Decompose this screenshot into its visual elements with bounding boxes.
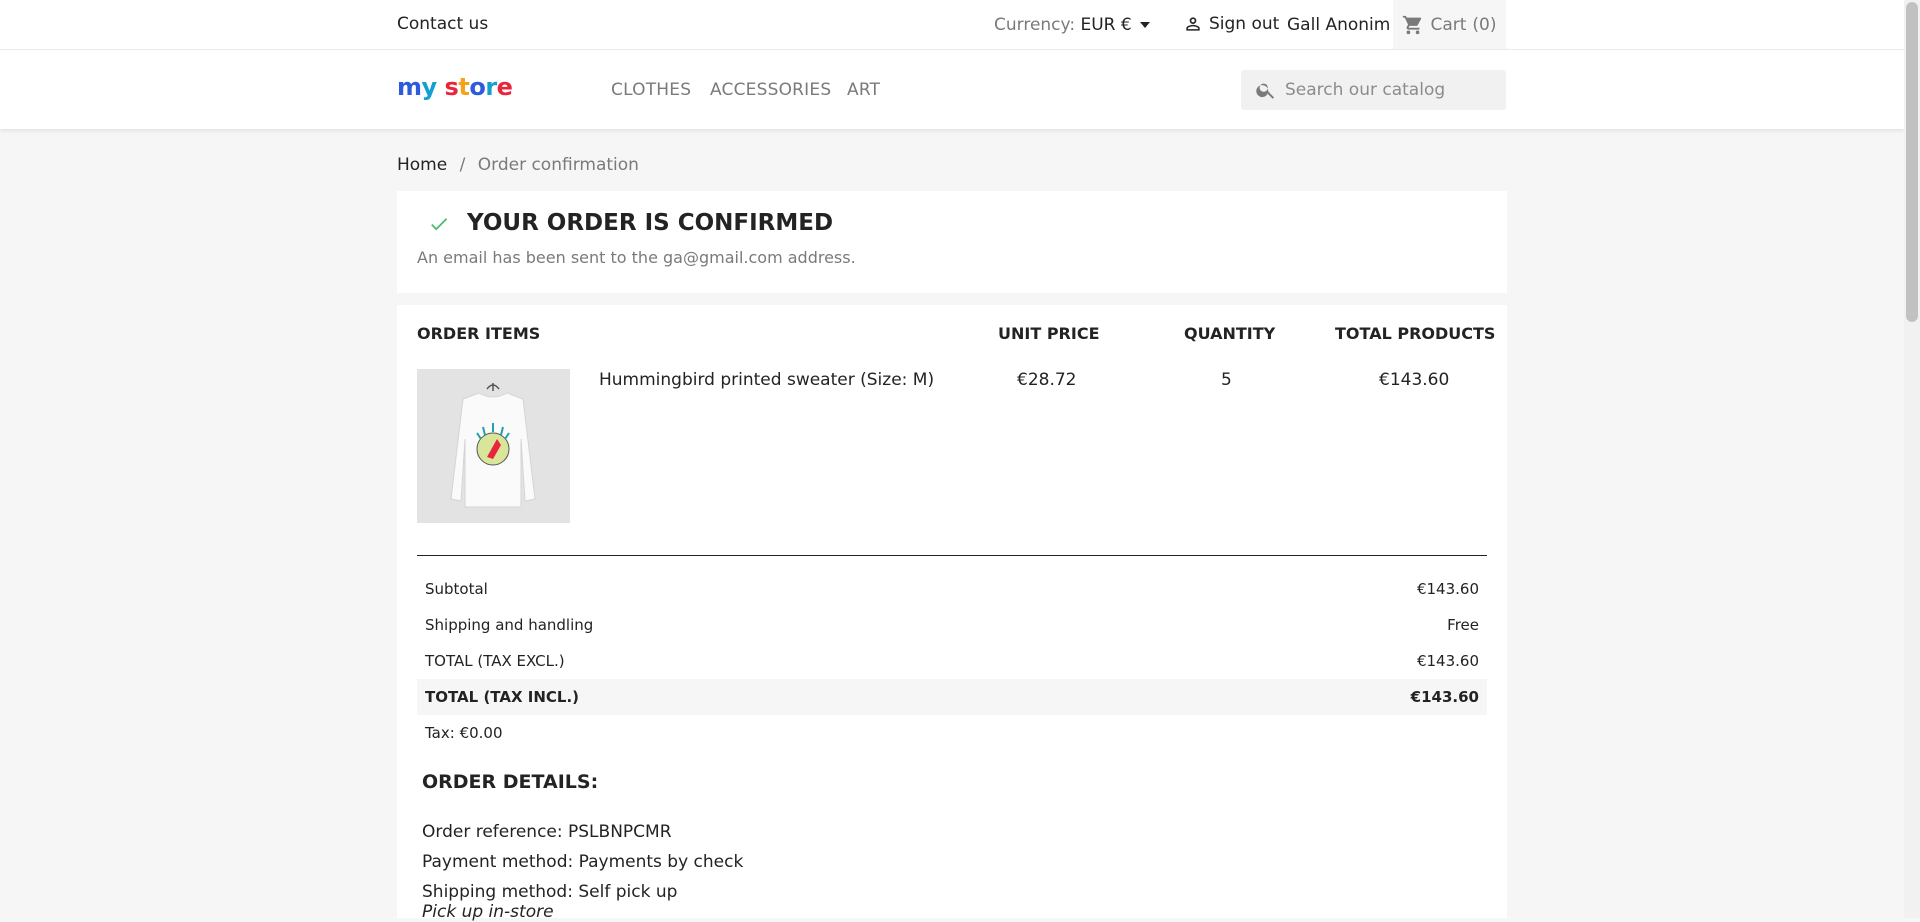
cart-label: Cart — [1430, 14, 1467, 35]
nav-art[interactable]: ART — [847, 80, 880, 100]
product-image[interactable] — [417, 369, 570, 523]
sign-out-link[interactable]: Sign out — [1183, 14, 1279, 34]
totals-row-tax-incl: TOTAL (TAX INCL.) €143.60 — [417, 679, 1487, 715]
breadcrumb: Home / Order confirmation — [397, 155, 639, 175]
order-reference: Order reference: PSLBNPCMR — [422, 822, 672, 842]
totals-label: TOTAL (TAX EXCL.) — [425, 652, 565, 670]
nav-accessories[interactable]: ACCESSORIES — [710, 80, 831, 100]
search-box — [1241, 70, 1506, 110]
search-input[interactable] — [1283, 79, 1487, 101]
top-nav-bar — [0, 0, 1904, 50]
shipping-note: Pick up in-store — [422, 902, 554, 922]
user-icon — [1186, 17, 1200, 31]
items-divider — [417, 555, 1487, 556]
contact-us-link[interactable]: Contact us — [397, 14, 488, 34]
sign-out-label: Sign out — [1209, 14, 1280, 34]
totals-label: Subtotal — [425, 580, 488, 598]
currency-label: Currency: — [994, 15, 1076, 35]
confirmation-card: YOUR ORDER IS CONFIRMED An email has bee… — [397, 191, 1507, 293]
scrollbar-thumb[interactable] — [1906, 2, 1918, 322]
totals-value: Free — [1447, 616, 1479, 634]
cart-icon — [1403, 15, 1422, 34]
product-quantity: 5 — [1221, 370, 1232, 390]
totals-row-tax: Tax: €0.00 — [417, 715, 1487, 751]
payment-method: Payment method: Payments by check — [422, 852, 744, 872]
totals-row-shipping: Shipping and handling Free — [417, 607, 1487, 643]
header-unit-price: UNIT PRICE — [998, 324, 1100, 343]
shipping-method: Shipping method: Self pick up — [422, 882, 678, 902]
store-logo[interactable]: my store — [397, 73, 513, 101]
cart-count: (0) — [1472, 14, 1497, 35]
totals-label: Tax: €0.00 — [425, 724, 503, 742]
header-quantity: QUANTITY — [1184, 324, 1276, 343]
product-unit-price: €28.72 — [1017, 370, 1077, 390]
product-name[interactable]: Hummingbird printed sweater (Size: M) — [599, 370, 934, 390]
totals-value: €143.60 — [1416, 580, 1479, 598]
totals-value: €143.60 — [1416, 652, 1479, 670]
totals-row-tax-excl: TOTAL (TAX EXCL.) €143.60 — [417, 643, 1487, 679]
confirmation-title: YOUR ORDER IS CONFIRMED — [467, 210, 834, 236]
product-total: €143.60 — [1379, 370, 1450, 390]
order-details-title: ORDER DETAILS: — [422, 771, 599, 793]
header-order-items: ORDER ITEMS — [417, 324, 541, 343]
nav-clothes[interactable]: CLOTHES — [611, 80, 691, 100]
totals-row-subtotal: Subtotal €143.60 — [417, 571, 1487, 607]
cart-button[interactable]: Cart (0) — [1393, 0, 1506, 49]
order-items-card: ORDER ITEMS UNIT PRICE QUANTITY TOTAL PR… — [397, 305, 1507, 922]
totals-value: €143.60 — [1410, 688, 1479, 706]
currency-selector[interactable]: Currency: EUR € — [994, 15, 1151, 35]
breadcrumb-separator: / — [459, 155, 466, 175]
confirmation-message: An email has been sent to the ga@gmail.c… — [417, 248, 856, 267]
main-header — [0, 50, 1904, 129]
breadcrumb-home[interactable]: Home — [397, 155, 447, 175]
account-name-link[interactable]: Gall Anonim — [1287, 15, 1390, 35]
breadcrumb-current: Order confirmation — [477, 155, 639, 175]
totals-label: Shipping and handling — [425, 616, 594, 634]
check-icon — [431, 218, 448, 231]
totals-label: TOTAL (TAX INCL.) — [425, 688, 580, 706]
search-icon[interactable] — [1255, 79, 1277, 101]
currency-value: EUR € — [1080, 15, 1132, 35]
caret-down-icon — [1140, 22, 1151, 28]
header-total-products: TOTAL PRODUCTS — [1335, 324, 1496, 343]
